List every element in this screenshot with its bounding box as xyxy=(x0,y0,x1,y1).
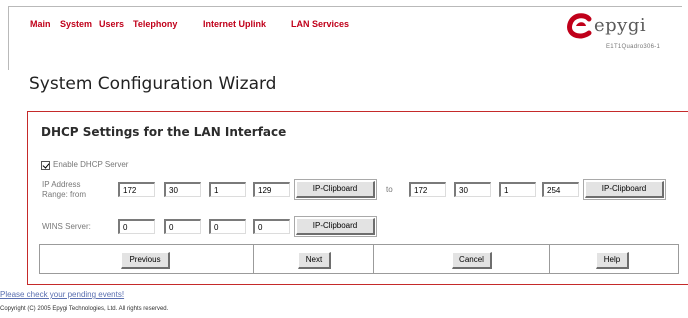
section-title: DHCP Settings for the LAN Interface xyxy=(41,125,287,139)
copyright-notice: Copyright (C) 2005 Epygi Technologies, L… xyxy=(0,306,169,312)
ip-to-clipboard-button[interactable]: IP-Clipboard xyxy=(585,181,664,198)
nav-users[interactable]: Users xyxy=(99,19,124,29)
ip-to-octet-4[interactable] xyxy=(542,182,579,197)
wins-clipboard-button[interactable]: IP-Clipboard xyxy=(296,218,375,235)
ip-to-octet-1[interactable] xyxy=(409,182,446,197)
ip-range-label-line2: Range: from xyxy=(42,190,87,199)
wins-octet-1[interactable] xyxy=(118,219,155,234)
wins-octet-3[interactable] xyxy=(209,219,246,234)
nav-telephony[interactable]: Telephony xyxy=(133,19,177,29)
ip-range-label-line1: IP Address xyxy=(42,180,81,189)
ip-range-to-label: to xyxy=(386,185,393,194)
epygi-logo-mark-icon xyxy=(567,13,592,39)
ip-range-label: IP Address Range: from xyxy=(42,180,86,200)
enable-dhcp-checkbox[interactable] xyxy=(41,161,50,170)
ip-from-octet-2[interactable] xyxy=(164,182,201,197)
nav-main[interactable]: Main xyxy=(30,19,51,29)
previous-button[interactable]: Previous xyxy=(121,252,170,269)
nav-lan-services[interactable]: LAN Services xyxy=(291,19,349,29)
wins-server-label: WINS Server: xyxy=(42,222,91,231)
next-button[interactable]: Next xyxy=(298,252,331,269)
page-title: System Configuration Wizard xyxy=(29,74,277,94)
nav-system[interactable]: System xyxy=(60,19,92,29)
ip-from-octet-3[interactable] xyxy=(209,182,246,197)
brand-name: epygi xyxy=(594,15,647,36)
nav-internet-uplink[interactable]: Internet Uplink xyxy=(203,19,266,29)
ip-from-clipboard-button[interactable]: IP-Clipboard xyxy=(296,181,375,198)
ip-to-octet-2[interactable] xyxy=(454,182,491,197)
device-model: E1T1Quadro306-1 xyxy=(606,44,661,50)
enable-dhcp-label: Enable DHCP Server xyxy=(53,160,129,169)
ip-from-octet-1[interactable] xyxy=(118,182,155,197)
ip-from-octet-4[interactable] xyxy=(253,182,290,197)
wins-octet-2[interactable] xyxy=(164,219,201,234)
cancel-button[interactable]: Cancel xyxy=(452,252,492,269)
wins-octet-4[interactable] xyxy=(253,219,290,234)
pending-events-link[interactable]: Please check your pending events! xyxy=(0,290,124,299)
epygi-logo: epygi xyxy=(567,13,682,41)
help-button[interactable]: Help xyxy=(596,252,629,269)
ip-to-octet-3[interactable] xyxy=(499,182,536,197)
